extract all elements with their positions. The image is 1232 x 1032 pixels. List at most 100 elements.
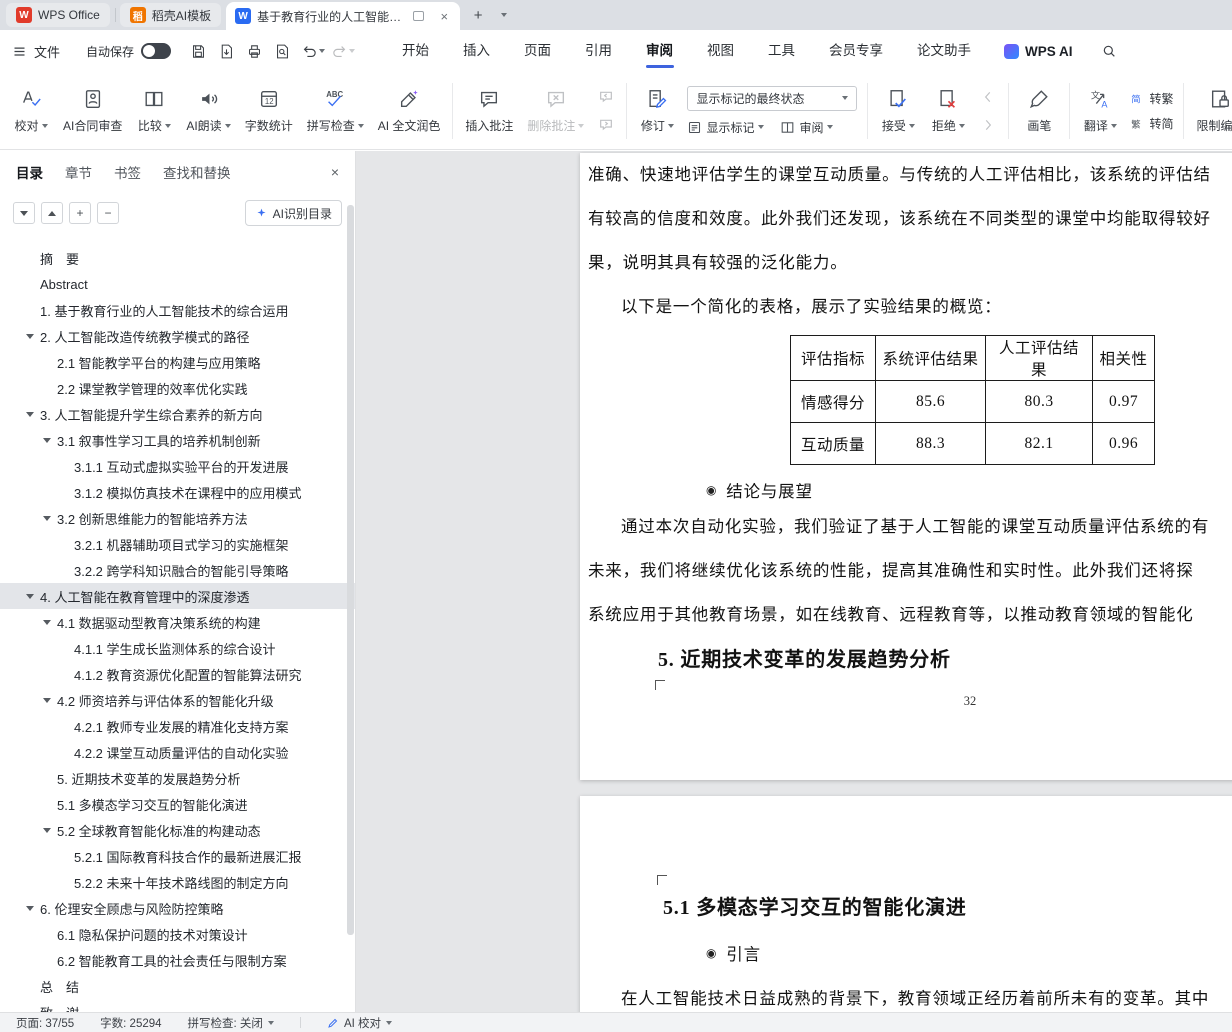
ai-polish-button[interactable]: AI 全文润色 <box>371 78 448 144</box>
toc-item[interactable]: 6.1 隐私保护问题的技术对策设计 <box>0 921 355 947</box>
to-simplified-button[interactable]: 繁 转简 <box>1130 115 1173 132</box>
spellcheck-indicator[interactable]: 拼写检查: 关闭 <box>188 1015 274 1031</box>
expand-all-button[interactable]: + <box>69 202 91 224</box>
menu-tab[interactable]: 视图 <box>690 30 751 72</box>
toc-item[interactable]: 3.1.2 模拟仿真技术在课程中的应用模式 <box>0 479 355 505</box>
toc-expand-arrow[interactable] <box>43 438 51 443</box>
wps-ai-button[interactable]: WPS AI <box>1004 44 1073 59</box>
toc-expand-arrow[interactable] <box>43 828 51 833</box>
collapse-all-button[interactable]: − <box>97 202 119 224</box>
toc-item[interactable]: 3.2.2 跨学科知识融合的智能引导策略 <box>0 557 355 583</box>
toc-expand-arrow[interactable] <box>26 412 34 417</box>
toc-item[interactable]: 2. 人工智能改造传统教学模式的路径 <box>0 323 355 349</box>
toc-item[interactable]: 2.2 课堂教学管理的效率优化实践 <box>0 375 355 401</box>
tab-current-document[interactable]: W 基于教育行业的人工智能技术 × <box>226 2 460 30</box>
menu-tab[interactable]: 论文助手 <box>900 30 988 72</box>
export-pdf-button[interactable] <box>213 38 239 64</box>
ink-brush-button[interactable]: 画笔 <box>1014 78 1064 144</box>
toc-expand-arrow[interactable] <box>26 906 34 911</box>
tab-close-icon[interactable]: × <box>438 8 452 25</box>
restrict-editing-button[interactable]: 限制编辑 <box>1189 78 1232 144</box>
toc-item[interactable]: 5.2.2 未来十年技术路线图的制定方向 <box>0 869 355 895</box>
toc-item[interactable]: 4.2.1 教师专业发展的精准化支持方案 <box>0 713 355 739</box>
previous-change-button[interactable] <box>976 87 1000 107</box>
next-comment-button[interactable] <box>594 115 618 135</box>
collapse-level-button[interactable] <box>41 202 63 224</box>
word-count-indicator[interactable]: 字数: 25294 <box>100 1015 161 1031</box>
toc-item[interactable]: 4.1 数据驱动型教育决策系统的构建 <box>0 609 355 635</box>
toc-item[interactable]: 3. 人工智能提升学生综合素养的新方向 <box>0 401 355 427</box>
toc-item[interactable]: 6. 伦理安全顾虑与风险防控策略 <box>0 895 355 921</box>
toc-item[interactable]: 3.2.1 机器辅助项目式学习的实施框架 <box>0 531 355 557</box>
toc-item[interactable]: 摘 要 <box>0 245 355 271</box>
undo-control[interactable] <box>301 43 325 60</box>
toc-item[interactable]: 4.2.2 课堂互动质量评估的自动化实验 <box>0 739 355 765</box>
sidebar-scrollbar[interactable] <box>347 205 354 965</box>
toc-item[interactable]: 5.2 全球教育智能化标准的构建动态 <box>0 817 355 843</box>
toc-item[interactable]: 3.1 叙事性学习工具的培养机制创新 <box>0 427 355 453</box>
sidebar-tab-chapters[interactable]: 章节 <box>65 162 92 182</box>
toc-item[interactable]: 4.1.2 教育资源优化配置的智能算法研究 <box>0 661 355 687</box>
print-button[interactable] <box>241 38 267 64</box>
sidebar-close-icon[interactable]: × <box>331 164 339 180</box>
reject-changes-button[interactable]: 拒绝 <box>923 78 973 144</box>
to-traditional-button[interactable]: 简 转繁 <box>1130 90 1173 107</box>
sidebar-tab-find-replace[interactable]: 查找和替换 <box>163 162 231 182</box>
previous-comment-button[interactable] <box>594 87 618 107</box>
compare-button[interactable]: 比较 <box>129 78 179 144</box>
accept-changes-button[interactable]: 接受 <box>873 78 923 144</box>
document-page-32[interactable]: 准确、快速地评估学生的课堂互动质量。与传统的人工评估相比，该系统的评估结 有较高… <box>580 153 1232 780</box>
toc-item[interactable]: Abstract <box>0 271 355 297</box>
toc-item[interactable]: 5.2.1 国际教育科技合作的最新进展汇报 <box>0 843 355 869</box>
scrollbar-thumb[interactable] <box>347 205 354 935</box>
toc-item[interactable]: 5.1 多模态学习交互的智能化演进 <box>0 791 355 817</box>
review-pane-button[interactable]: 审阅 <box>780 119 833 136</box>
translate-button[interactable]: 文A 翻译 <box>1075 78 1125 144</box>
toc-item[interactable]: 3.1.1 互动式虚拟实验平台的开发进展 <box>0 453 355 479</box>
ai-proofread-indicator[interactable]: AI 校对 <box>327 1015 392 1031</box>
tab-list-button[interactable] <box>493 4 515 26</box>
autosave-control[interactable]: 自动保存 <box>86 43 171 60</box>
toc-item[interactable]: 3.2 创新思维能力的智能培养方法 <box>0 505 355 531</box>
menu-tab[interactable]: 工具 <box>751 30 812 72</box>
toc-item[interactable]: 5. 近期技术变革的发展趋势分析 <box>0 765 355 791</box>
proofread-button[interactable]: 校对 <box>6 78 56 144</box>
page-indicator[interactable]: 页面: 37/55 <box>16 1015 74 1031</box>
menu-tab[interactable]: 页面 <box>507 30 568 72</box>
menu-tab[interactable]: 开始 <box>385 30 446 72</box>
delete-comment-button[interactable]: 删除批注 <box>520 78 591 144</box>
menu-tab[interactable]: 引用 <box>568 30 629 72</box>
menu-tab[interactable]: 插入 <box>446 30 507 72</box>
toc-item[interactable]: 4.2 师资培养与评估体系的智能化升级 <box>0 687 355 713</box>
document-area[interactable]: 准确、快速地评估学生的课堂互动质量。与传统的人工评估相比，该系统的评估结 有较高… <box>356 151 1232 1012</box>
new-tab-button[interactable]: + <box>467 4 489 26</box>
toc-expand-arrow[interactable] <box>43 620 51 625</box>
toc-expand-arrow[interactable] <box>26 594 34 599</box>
show-markup-button[interactable]: 显示标记 <box>687 119 764 136</box>
toc-item[interactable]: 致 谢 <box>0 999 355 1012</box>
track-changes-button[interactable]: 修订 <box>632 78 682 144</box>
toc-item[interactable]: 6.2 智能教育工具的社会责任与限制方案 <box>0 947 355 973</box>
toc-expand-arrow[interactable] <box>43 516 51 521</box>
toc-expand-arrow[interactable] <box>43 698 51 703</box>
spell-check-button[interactable]: ABC 拼写检查 <box>300 78 371 144</box>
autosave-toggle[interactable] <box>141 43 171 59</box>
toc-item[interactable]: 总 结 <box>0 973 355 999</box>
toc-item[interactable]: 4.1.1 学生成长监测体系的综合设计 <box>0 635 355 661</box>
word-count-button[interactable]: 12 字数统计 <box>238 78 300 144</box>
toc-item[interactable]: 4. 人工智能在教育管理中的深度渗透 <box>0 583 355 609</box>
menu-tab[interactable]: 会员专享 <box>812 30 900 72</box>
search-button[interactable] <box>1101 43 1117 59</box>
menu-tab[interactable]: 审阅 <box>629 30 690 72</box>
sidebar-tab-contents[interactable]: 目录 <box>16 162 43 182</box>
next-change-button[interactable] <box>976 115 1000 135</box>
expand-level-button[interactable] <box>13 202 35 224</box>
sidebar-tab-bookmarks[interactable]: 书签 <box>114 162 141 182</box>
toc-item[interactable]: 2.1 智能教学平台的构建与应用策略 <box>0 349 355 375</box>
ai-recognize-toc-button[interactable]: AI识别目录 <box>245 200 342 226</box>
markup-state-select[interactable]: 显示标记的最终状态 <box>687 86 857 111</box>
ai-read-aloud-button[interactable]: AI朗读 <box>179 78 237 144</box>
ai-contract-review-button[interactable]: AI合同审查 <box>56 78 129 144</box>
save-button[interactable] <box>185 38 211 64</box>
insert-comment-button[interactable]: 插入批注 <box>458 78 520 144</box>
